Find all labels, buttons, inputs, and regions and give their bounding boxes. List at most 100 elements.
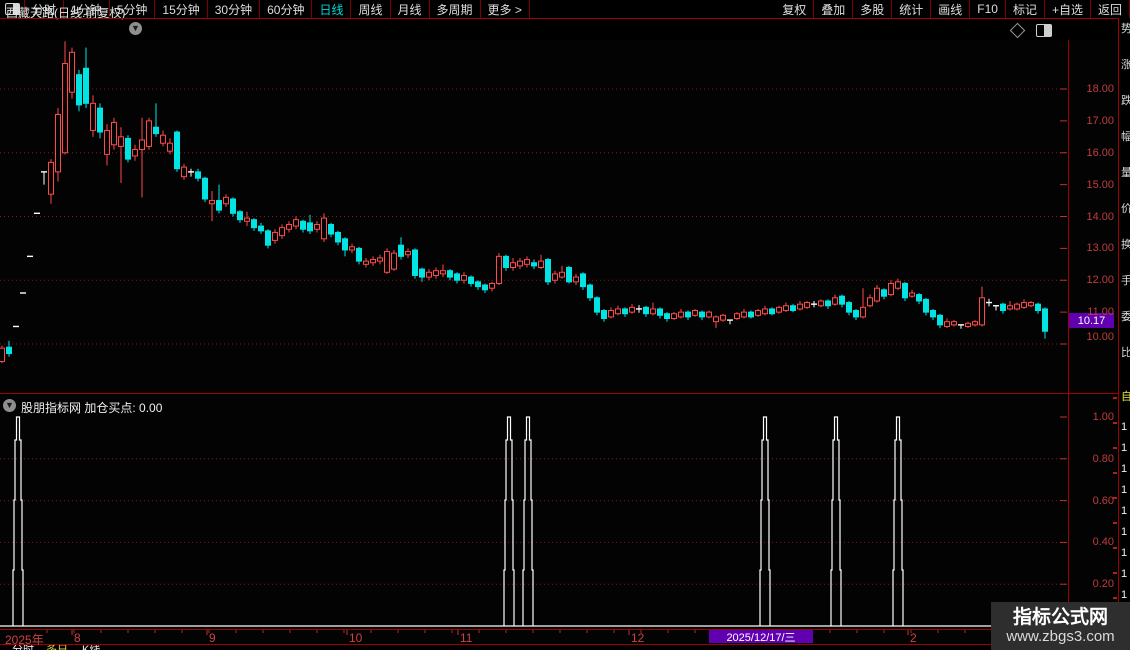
candle-body: [384, 251, 390, 273]
candle-body: [979, 297, 985, 326]
bottom-tab-fragment-1[interactable]: 多日: [46, 645, 68, 650]
sidebar-char: 手: [1121, 276, 1130, 287]
indicator-axis-label: 0.20: [1092, 578, 1114, 591]
price-axis-label: 17.00: [1086, 114, 1114, 127]
price-axis-label: 10.00: [1086, 331, 1114, 343]
candle-body: [496, 255, 502, 284]
candle-body: [265, 230, 271, 246]
candle-body: [1042, 308, 1048, 332]
indicator-axis-label: 0.80: [1092, 452, 1114, 465]
candle-body: [279, 227, 285, 237]
candle-body: [776, 306, 782, 313]
candle-body: [160, 134, 166, 144]
candle-body: [461, 274, 467, 281]
watermark-url: www.zbgs3.com: [1006, 627, 1115, 645]
watermark-title: 指标公式网: [1012, 606, 1108, 628]
candle-body: [881, 289, 887, 297]
chart-canvas[interactable]: [0, 0, 1130, 650]
candle-body: [1000, 303, 1006, 312]
sidebar-quote-row: 1: [1121, 484, 1128, 496]
date-label-1: 8: [74, 631, 81, 645]
price-axis-label: 15.00: [1086, 178, 1114, 191]
candle-body: [538, 260, 544, 268]
indicator-source: 股朋指标网: [21, 401, 82, 415]
candle-body: [146, 120, 152, 147]
sidebar-char: 涨: [1121, 60, 1130, 71]
candle-body: [755, 310, 761, 316]
candle-body: [657, 308, 663, 316]
sidebar-quote-row: 1: [1121, 547, 1128, 559]
candle-body: [307, 222, 313, 232]
candle-body: [209, 200, 215, 205]
candle-body: [293, 219, 299, 227]
candle-body: [335, 231, 341, 243]
candle-body: [426, 271, 432, 278]
sidebar-quote-row: 1: [1121, 526, 1128, 538]
candle-body: [608, 310, 614, 318]
candle-body: [153, 126, 159, 135]
candle-body: [846, 302, 852, 313]
candle-body: [433, 270, 439, 276]
sidebar-char: 委: [1121, 312, 1130, 323]
candle-body: [629, 306, 635, 313]
candle-body: [594, 297, 600, 313]
candle-body: [762, 308, 768, 315]
candle-body: [118, 136, 124, 147]
candle-body: [552, 273, 558, 281]
candle-body: [839, 295, 845, 305]
indicator-collapse-icon[interactable]: ▼: [3, 399, 16, 412]
date-label-4: 11: [460, 631, 473, 645]
candle-body: [104, 129, 110, 155]
sidebar-quote-row: 1: [1121, 589, 1128, 601]
candle-body: [741, 311, 747, 318]
candle-body: [1007, 305, 1013, 310]
candle-body: [930, 310, 936, 318]
candle-body: [83, 67, 89, 104]
candle-body: [419, 268, 425, 278]
stock-app-window: 分时 1分钟 5分钟 15分钟 30分钟 60分钟 日线 周线 月线 多周期 更多 > 复权 叠加 多股…: [0, 0, 1130, 650]
candle-body: [167, 142, 173, 152]
bottom-tab-strip[interactable]: 分时 多日 K线: [0, 645, 1118, 650]
candle-body: [615, 308, 621, 315]
candle-body: [643, 306, 649, 315]
candle-body: [860, 306, 866, 318]
candle-body: [699, 311, 705, 318]
right-quote-sidebar[interactable]: 势涨跌幅量价换手委比自1111111111: [1118, 18, 1130, 650]
buy-signal-spike: [830, 416, 842, 626]
candle-body: [783, 305, 789, 312]
date-label-5: 12: [631, 631, 645, 645]
sidebar-char: 幅: [1121, 132, 1130, 143]
candle-body: [454, 273, 460, 281]
bottom-tab-fragment-0[interactable]: 分时: [12, 645, 34, 650]
candle-body: [328, 223, 334, 235]
candle-body: [111, 121, 117, 146]
candle-body: [706, 311, 712, 318]
candle-body: [937, 314, 943, 326]
candle-body: [1014, 303, 1020, 310]
candle-body: [405, 251, 411, 256]
bottom-tab-fragment-2[interactable]: K线: [82, 645, 100, 650]
candle-body: [447, 270, 453, 278]
candle-body: [412, 249, 418, 276]
sidebar-char: 量: [1121, 168, 1130, 179]
candle-body: [972, 321, 978, 326]
candle-body: [951, 321, 957, 326]
price-axis-label: 12.00: [1086, 274, 1114, 287]
candle-body: [797, 303, 803, 310]
candle-body: [482, 284, 488, 291]
date-label-2: 9: [209, 631, 216, 645]
candle-body: [923, 298, 929, 313]
candle-body: [258, 225, 264, 232]
candle-body: [853, 310, 859, 318]
candle-body: [300, 220, 306, 230]
candle-body: [734, 313, 740, 319]
candle-body: [216, 200, 222, 211]
candle-body: [230, 198, 236, 214]
candle-body: [748, 311, 754, 318]
candle-body: [76, 74, 82, 106]
buy-signal-spike: [892, 416, 904, 626]
candle-body: [909, 292, 915, 297]
candle-body: [174, 131, 180, 170]
candle-body: [195, 171, 201, 179]
price-axis-label: 13.00: [1086, 242, 1114, 255]
